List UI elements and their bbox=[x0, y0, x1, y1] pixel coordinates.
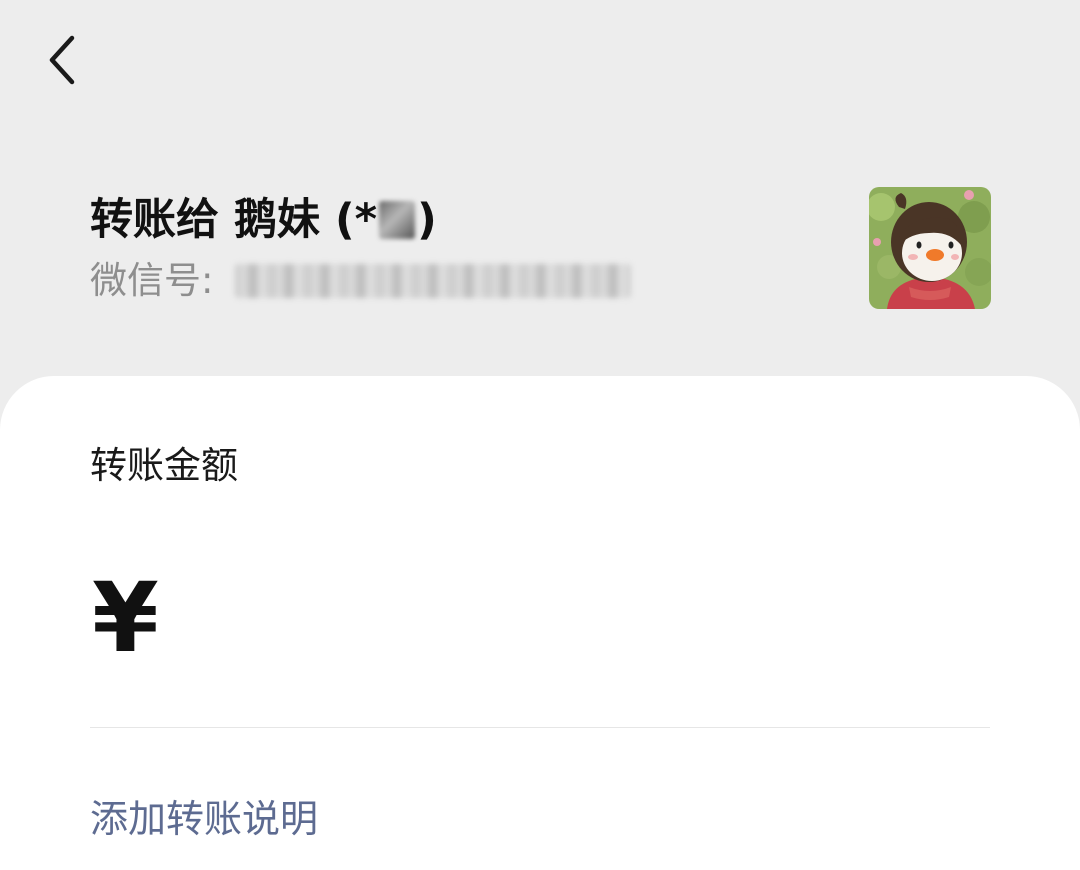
recipient-title-prefix: 转账给 鹅妹 (* bbox=[90, 195, 378, 245]
chevron-left-icon bbox=[49, 35, 75, 85]
transfer-page: 转账给 鹅妹 (* ) 微信号: 转账金额 ¥ 添加转账说明 bbox=[0, 0, 1080, 870]
redacted-wechat-id bbox=[235, 264, 632, 298]
cartoon-girl-avatar bbox=[869, 187, 991, 309]
recipient-title-suffix: ) bbox=[417, 195, 437, 245]
amount-label: 转账金额 bbox=[90, 444, 238, 487]
redacted-name-block bbox=[379, 201, 416, 239]
wechat-id-label: 微信号: bbox=[90, 259, 214, 302]
amount-card: 转账金额 ¥ 添加转账说明 bbox=[0, 376, 1080, 870]
currency-symbol: ¥ bbox=[92, 562, 159, 674]
wechat-id-row: 微信号: bbox=[90, 258, 632, 304]
add-note-link[interactable]: 添加转账说明 bbox=[90, 794, 318, 844]
back-button[interactable] bbox=[34, 30, 90, 90]
amount-input[interactable] bbox=[180, 572, 980, 668]
amount-divider bbox=[90, 727, 990, 728]
recipient-title: 转账给 鹅妹 (* ) bbox=[90, 188, 631, 252]
recipient-avatar[interactable] bbox=[869, 187, 991, 309]
recipient-info: 转账给 鹅妹 (* ) 微信号: bbox=[90, 188, 632, 304]
